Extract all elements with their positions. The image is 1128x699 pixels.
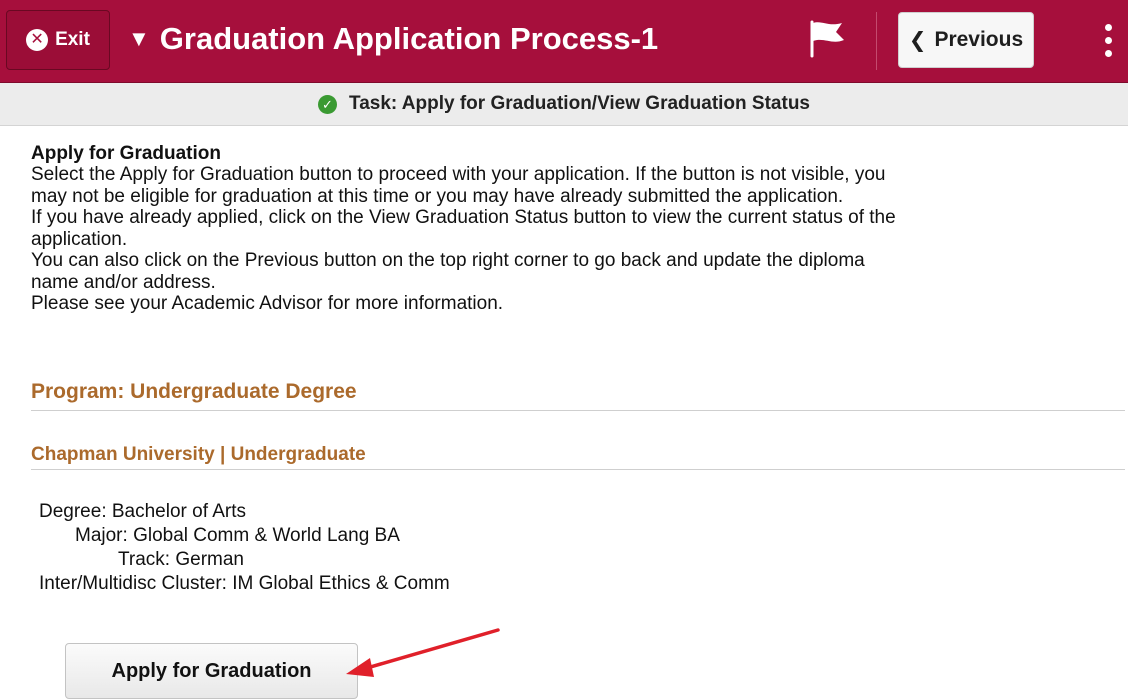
intro-line: You can also click on the Previous butto… — [31, 250, 865, 271]
check-circle-icon: ✓ — [318, 94, 337, 114]
major-text: Major: Global Comm & World Lang BA — [75, 525, 400, 546]
more-options-button[interactable] — [1092, 12, 1124, 68]
apply-for-graduation-button[interactable]: Apply for Graduation — [65, 643, 358, 699]
annotation-arrow-icon — [346, 628, 500, 677]
intro-line: Select the Apply for Graduation button t… — [31, 164, 886, 185]
page-title[interactable]: ▼ Graduation Application Process-1 — [128, 16, 658, 62]
program-details: Degree: Bachelor of Arts Major: Global C… — [39, 500, 450, 596]
institution-title: Chapman University | Undergraduate — [31, 444, 366, 465]
header-divider — [876, 12, 877, 70]
intro-line: Please see your Academic Advisor for mor… — [31, 293, 504, 314]
degree-text: Degree: Bachelor of Arts — [39, 501, 246, 522]
intro-heading: Apply for Graduation — [31, 143, 221, 164]
exit-label: Exit — [55, 29, 90, 50]
previous-label: Previous — [934, 28, 1024, 51]
task-label: Task: Apply for Graduation/View Graduati… — [349, 93, 810, 114]
flag-icon — [810, 20, 844, 58]
previous-button[interactable]: ❮ Previous — [898, 12, 1034, 68]
cluster-text: Inter/Multidisc Cluster: IM Global Ethic… — [39, 573, 450, 594]
flag-button[interactable] — [806, 18, 850, 60]
close-circle-icon: ✕ — [26, 29, 49, 51]
intro-line: may not be eligible for graduation at th… — [31, 185, 844, 207]
chevron-left-icon: ❮ — [908, 28, 927, 52]
intro-line: name and/or address. — [31, 271, 216, 293]
caret-down-icon: ▼ — [128, 26, 150, 51]
intro-section: Apply for Graduation Select the Apply fo… — [31, 143, 1111, 315]
program-title: Program: Undergraduate Degree — [31, 380, 357, 403]
intro-line: If you have already applied, click on th… — [31, 207, 896, 228]
page-title-text: Graduation Application Process-1 — [159, 21, 659, 56]
apply-label: Apply for Graduation — [111, 659, 312, 682]
dot-icon — [1104, 36, 1112, 44]
divider — [31, 469, 1125, 470]
dot-icon — [1104, 49, 1112, 57]
task-bar: ✓ Task: Apply for Graduation/View Gradua… — [0, 83, 1128, 126]
exit-button[interactable]: ✕ Exit — [6, 10, 110, 70]
divider — [31, 410, 1125, 411]
intro-line: application. — [31, 228, 128, 250]
track-text: Track: German — [118, 549, 244, 570]
top-bar: ✕ Exit ▼ Graduation Application Process-… — [0, 0, 1128, 83]
dot-icon — [1104, 23, 1112, 31]
